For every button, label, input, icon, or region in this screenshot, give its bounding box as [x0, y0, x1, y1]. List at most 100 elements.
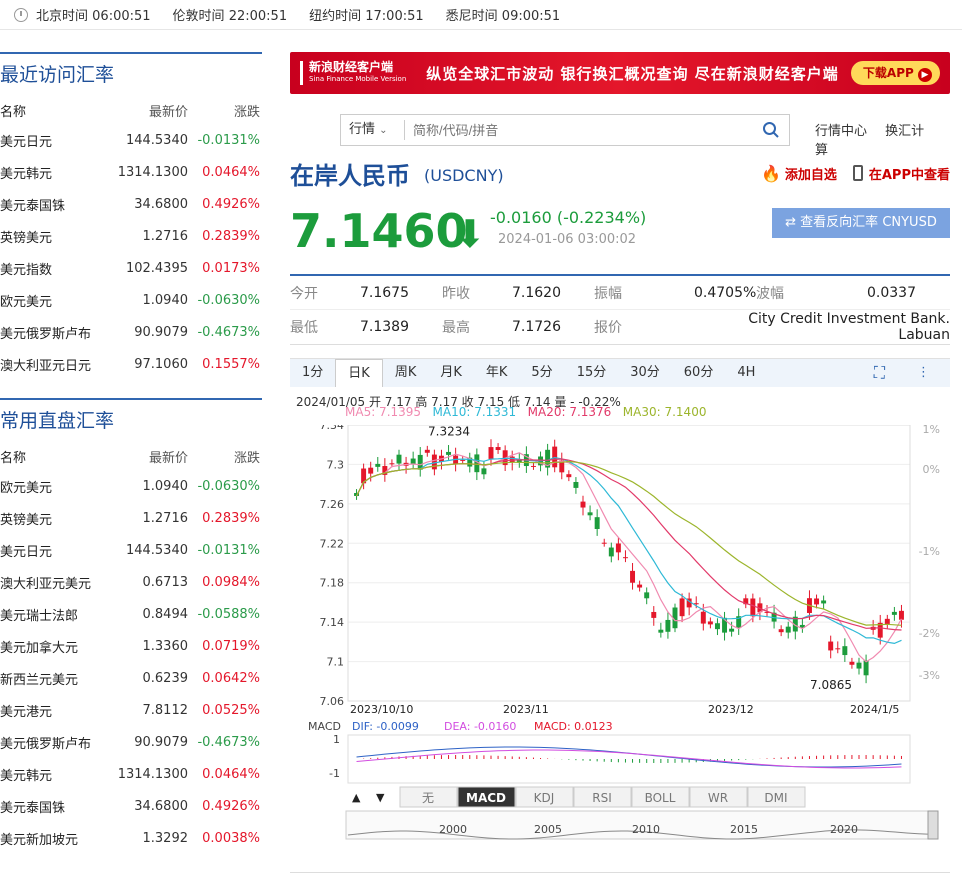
- table-row[interactable]: 英镑美元 1.2716 0.2839%: [0, 220, 262, 252]
- table-row[interactable]: 美元俄罗斯卢布 90.9079 -0.4673%: [0, 726, 262, 758]
- table-row[interactable]: 美元瑞士法郎 0.8494 -0.0588%: [0, 598, 262, 630]
- tab-8[interactable]: 60分: [672, 359, 726, 387]
- sina-finance-logo: 新浪财经客户端 Sina Finance Mobile Version: [300, 61, 406, 85]
- candle: [431, 454, 437, 470]
- candle: [842, 646, 848, 656]
- pair-name[interactable]: 新西兰元美元: [0, 669, 110, 688]
- table-row[interactable]: 美元港元 7.8112 0.0525%: [0, 694, 262, 726]
- table-row[interactable]: 美元韩元 1314.1300 0.0464%: [0, 758, 262, 790]
- pair-name[interactable]: 英镑美元: [0, 509, 110, 528]
- pair-price: 0.6239: [142, 670, 189, 686]
- tab-6[interactable]: 15分: [565, 359, 619, 387]
- timeline-handle[interactable]: [927, 810, 939, 840]
- pair-name[interactable]: 美元加拿大元: [0, 637, 110, 656]
- quote-timestamp: 2024-01-06 03:00:02: [498, 232, 637, 247]
- quote-actions: 🔥 添加自选 在APP中查看: [761, 164, 950, 183]
- pair-name[interactable]: 美元韩元: [0, 163, 110, 182]
- candle: [601, 542, 607, 544]
- table-row[interactable]: 美元指数 102.4395 0.0173%: [0, 252, 262, 284]
- dea-label: DEA: -0.0160: [444, 720, 516, 733]
- ma20-label: MA20: 7.1376: [527, 405, 612, 419]
- candlestick-chart[interactable]: 7.34 7.3 7.26 7.22 7.18 7.14 7.1 7.06 1% 0% -1% -2%…: [290, 425, 950, 845]
- tab-4[interactable]: 年K: [474, 359, 520, 387]
- pair-name[interactable]: 澳大利亚元美元: [0, 573, 110, 592]
- candle: [707, 621, 713, 625]
- pair-name[interactable]: 美元日元: [0, 541, 110, 560]
- pair-name[interactable]: 英镑美元: [0, 227, 110, 246]
- table-row[interactable]: 新西兰元美元 0.6239 0.0642%: [0, 662, 262, 694]
- pair-price: 7.8112: [142, 702, 189, 718]
- table-row[interactable]: 美元日元 144.5340 -0.0131%: [0, 124, 262, 156]
- candle: [396, 454, 402, 464]
- candle: [891, 611, 897, 615]
- app-download-banner[interactable]: 新浪财经客户端 Sina Finance Mobile Version 纵览全球…: [290, 52, 950, 94]
- pair-name[interactable]: 美元港元: [0, 701, 110, 720]
- pair-name[interactable]: 美元瑞士法郎: [0, 605, 110, 624]
- candle: [580, 501, 586, 508]
- macd-tick: 1: [333, 733, 340, 746]
- tab-5[interactable]: 5分: [519, 359, 564, 387]
- ma5-label: MA5: 7.1395: [345, 405, 422, 419]
- tab-2[interactable]: 周K: [383, 359, 429, 387]
- dif-label: DIF: -0.0099: [352, 720, 419, 733]
- tab-7[interactable]: 30分: [618, 359, 672, 387]
- x-tick-label: 2024/1/5: [850, 703, 899, 716]
- indicator-tab-label: RSI: [592, 791, 612, 805]
- table-row[interactable]: 澳大利亚元日元 97.1060 0.1557%: [0, 348, 262, 380]
- pair-name[interactable]: 美元俄罗斯卢布: [0, 733, 110, 752]
- pair-name[interactable]: 美元日元: [0, 131, 110, 150]
- market-select[interactable]: 行情 ⌄: [341, 120, 405, 140]
- tab-1[interactable]: 日K: [335, 359, 383, 387]
- table-row[interactable]: 美元韩元 1314.1300 0.0464%: [0, 156, 262, 188]
- scroll-down-button[interactable]: ▼: [376, 791, 385, 804]
- table-row[interactable]: 美元日元 144.5340 -0.0131%: [0, 534, 262, 566]
- pair-name[interactable]: 澳大利亚元日元: [0, 355, 110, 374]
- common-rates-table: 名称 最新价 涨跌 欧元美元 1.0940 -0.0630% 英镑美元 1.271…: [0, 442, 262, 854]
- pair-name[interactable]: 美元韩元: [0, 765, 110, 784]
- download-app-button[interactable]: 下载APP ▶: [850, 61, 940, 85]
- pair-change: 0.0719%: [202, 638, 260, 654]
- pair-name[interactable]: 美元俄罗斯卢布: [0, 323, 110, 342]
- table-row[interactable]: 美元加拿大元 1.3360 0.0719%: [0, 630, 262, 662]
- search-icon[interactable]: [753, 121, 789, 139]
- tab-9[interactable]: 4H: [725, 359, 767, 387]
- timeline-year: 2010: [632, 823, 660, 836]
- scroll-up-button[interactable]: ▲: [352, 791, 361, 804]
- add-favorite-button[interactable]: 添加自选: [785, 164, 837, 183]
- pair-name[interactable]: 美元指数: [0, 259, 110, 278]
- more-icon[interactable]: ⋮: [905, 359, 942, 387]
- tab-3[interactable]: 月K: [428, 359, 474, 387]
- pair-name[interactable]: 美元泰国铢: [0, 195, 110, 214]
- view-in-app-button[interactable]: 在APP中查看: [869, 164, 950, 183]
- table-row[interactable]: 美元俄罗斯卢布 90.9079 -0.4673%: [0, 316, 262, 348]
- table-row[interactable]: 欧元美元 1.0940 -0.0630%: [0, 284, 262, 316]
- stats-row: 最低 7.1389 最高 7.1726 报价 City Credit Investment…: [290, 310, 950, 344]
- pair-name[interactable]: 欧元美元: [0, 477, 110, 496]
- pair-change: 0.0464%: [202, 766, 260, 782]
- pair-change: -0.0131%: [197, 132, 260, 148]
- pair-name[interactable]: 欧元美元: [0, 291, 110, 310]
- fullscreen-icon[interactable]: ⛶: [862, 359, 897, 387]
- section-title: 常用直盘汇率: [0, 410, 115, 432]
- tab-0[interactable]: 1分: [290, 359, 335, 387]
- table-row[interactable]: 英镑美元 1.2716 0.2839%: [0, 502, 262, 534]
- y-tick-label: 7.14: [320, 616, 345, 629]
- table-row[interactable]: 澳大利亚元美元 0.6713 0.0984%: [0, 566, 262, 598]
- candle: [849, 661, 855, 665]
- table-row[interactable]: 美元泰国铢 34.6800 0.4926%: [0, 188, 262, 220]
- search-input[interactable]: [405, 116, 753, 144]
- table-row[interactable]: 美元新加坡元 1.3292 0.0038%: [0, 822, 262, 854]
- y-tick-label: 7.3: [327, 458, 345, 471]
- pair-change: -0.4673%: [197, 324, 260, 340]
- y-tick-label: 7.06: [320, 695, 345, 708]
- pair-price: 1.2716: [142, 510, 189, 526]
- reverse-rate-button[interactable]: ⇄ 查看反向汇率 CNYUSD: [772, 208, 950, 238]
- table-row[interactable]: 欧元美元 1.0940 -0.0630%: [0, 470, 262, 502]
- table-row[interactable]: 美元泰国铢 34.6800 0.4926%: [0, 790, 262, 822]
- y-tick-label: 7.26: [320, 498, 345, 511]
- pair-price: 34.6800: [134, 196, 188, 212]
- pair-name[interactable]: 美元泰国铢: [0, 797, 110, 816]
- chart-period-tabs: 1分 日K 周K 月K 年K 5分 15分 30分 60分 4H ⛶ ⋮: [290, 359, 950, 387]
- market-center-link[interactable]: 行情中心: [815, 124, 867, 139]
- pair-name[interactable]: 美元新加坡元: [0, 829, 110, 848]
